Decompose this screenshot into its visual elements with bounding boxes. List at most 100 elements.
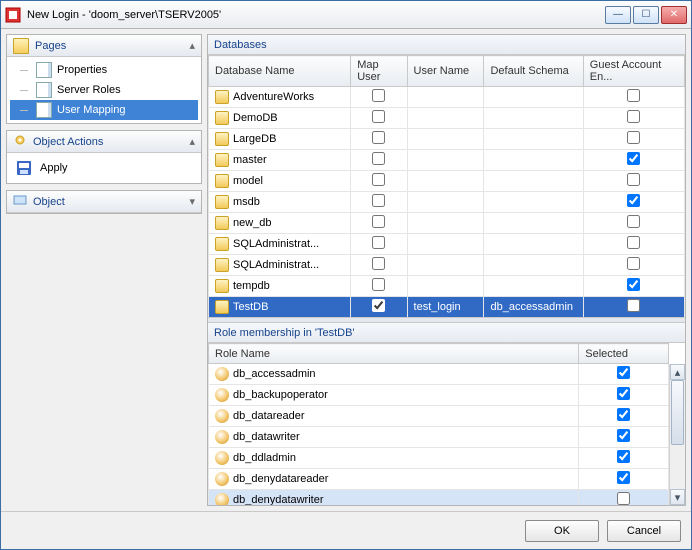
minimize-button[interactable]: — bbox=[605, 6, 631, 24]
scrollbar[interactable]: ▴ ▾ bbox=[669, 364, 685, 505]
guest-account-checkbox[interactable] bbox=[627, 89, 640, 102]
guest-account-checkbox[interactable] bbox=[627, 173, 640, 186]
table-row[interactable]: DemoDB bbox=[209, 108, 685, 129]
table-row[interactable]: LargeDB bbox=[209, 129, 685, 150]
object-actions-panel: Object Actions ▴ Apply bbox=[6, 130, 202, 184]
chevron-up-icon: ▴ bbox=[189, 135, 195, 148]
guest-account-checkbox[interactable] bbox=[627, 194, 640, 207]
column-header[interactable]: Guest Account En... bbox=[583, 56, 684, 87]
column-header[interactable]: Map User bbox=[351, 56, 407, 87]
save-icon bbox=[16, 160, 32, 176]
apply-label: Apply bbox=[40, 162, 68, 174]
databases-grid[interactable]: Database NameMap UserUser NameDefault Sc… bbox=[208, 55, 685, 317]
role-selected-checkbox[interactable] bbox=[617, 408, 630, 421]
table-row[interactable]: db_datareader bbox=[209, 406, 669, 427]
map-user-checkbox[interactable] bbox=[372, 131, 385, 144]
titlebar: New Login - 'doom_server\TSERV2005' — ☐ … bbox=[1, 1, 691, 29]
table-row[interactable]: SQLAdministrat... bbox=[209, 234, 685, 255]
object-title: Object bbox=[33, 196, 65, 208]
column-header[interactable]: Selected bbox=[579, 344, 669, 364]
table-row[interactable]: db_ddladmin bbox=[209, 448, 669, 469]
scroll-up-button[interactable]: ▴ bbox=[670, 364, 685, 380]
database-icon bbox=[215, 279, 229, 293]
table-row[interactable]: db_denydatawriter bbox=[209, 490, 669, 506]
roles-grid[interactable]: Role NameSelecteddb_accessadmindb_backup… bbox=[208, 343, 685, 505]
guest-account-checkbox[interactable] bbox=[627, 152, 640, 165]
table-row[interactable]: master bbox=[209, 150, 685, 171]
database-icon bbox=[215, 90, 229, 104]
map-user-checkbox[interactable] bbox=[372, 173, 385, 186]
column-header[interactable]: Default Schema bbox=[484, 56, 583, 87]
window-title: New Login - 'doom_server\TSERV2005' bbox=[27, 9, 605, 21]
pages-tree: PropertiesServer RolesUser Mapping bbox=[7, 57, 201, 123]
role-selected-checkbox[interactable] bbox=[617, 429, 630, 442]
table-row[interactable]: db_denydatareader bbox=[209, 469, 669, 490]
map-user-checkbox[interactable] bbox=[372, 236, 385, 249]
guest-account-checkbox[interactable] bbox=[627, 257, 640, 270]
database-icon bbox=[215, 132, 229, 146]
table-row[interactable]: model bbox=[209, 171, 685, 192]
role-icon bbox=[215, 367, 229, 381]
object-actions-header[interactable]: Object Actions ▴ bbox=[7, 131, 201, 153]
role-icon bbox=[215, 430, 229, 444]
guest-account-checkbox[interactable] bbox=[627, 215, 640, 228]
footer: OK Cancel bbox=[1, 511, 691, 549]
scroll-thumb[interactable] bbox=[671, 380, 684, 445]
apply-action[interactable]: Apply bbox=[10, 156, 198, 180]
cancel-button[interactable]: Cancel bbox=[607, 520, 681, 542]
sidebar-item-user-mapping[interactable]: User Mapping bbox=[10, 100, 198, 120]
databases-title: Databases bbox=[208, 35, 685, 55]
map-user-checkbox[interactable] bbox=[372, 299, 385, 312]
scroll-down-button[interactable]: ▾ bbox=[670, 489, 685, 505]
table-row[interactable]: tempdb bbox=[209, 276, 685, 297]
column-header[interactable]: User Name bbox=[407, 56, 484, 87]
table-row[interactable]: new_db bbox=[209, 213, 685, 234]
guest-account-checkbox[interactable] bbox=[627, 278, 640, 291]
role-selected-checkbox[interactable] bbox=[617, 492, 630, 505]
column-header[interactable]: Database Name bbox=[209, 56, 351, 87]
folder-icon bbox=[13, 38, 29, 54]
database-icon bbox=[215, 216, 229, 230]
table-row[interactable]: TestDBtest_logindb_accessadmin bbox=[209, 297, 685, 318]
ok-button[interactable]: OK bbox=[525, 520, 599, 542]
map-user-checkbox[interactable] bbox=[372, 257, 385, 270]
role-selected-checkbox[interactable] bbox=[617, 387, 630, 400]
map-user-checkbox[interactable] bbox=[372, 152, 385, 165]
role-selected-checkbox[interactable] bbox=[617, 450, 630, 463]
role-icon bbox=[215, 409, 229, 423]
table-row[interactable]: msdb bbox=[209, 192, 685, 213]
gear-icon bbox=[13, 133, 27, 150]
role-selected-checkbox[interactable] bbox=[617, 471, 630, 484]
window: New Login - 'doom_server\TSERV2005' — ☐ … bbox=[0, 0, 692, 550]
guest-account-checkbox[interactable] bbox=[627, 299, 640, 312]
table-row[interactable]: db_accessadmin bbox=[209, 364, 669, 385]
object-actions-title: Object Actions bbox=[33, 136, 103, 148]
guest-account-checkbox[interactable] bbox=[627, 131, 640, 144]
maximize-button[interactable]: ☐ bbox=[633, 6, 659, 24]
map-user-checkbox[interactable] bbox=[372, 89, 385, 102]
page-icon bbox=[36, 102, 52, 118]
sidebar-item-server-roles[interactable]: Server Roles bbox=[10, 80, 198, 100]
table-row[interactable]: db_backupoperator bbox=[209, 385, 669, 406]
table-row[interactable]: db_datawriter bbox=[209, 427, 669, 448]
close-button[interactable]: ✕ bbox=[661, 6, 687, 24]
pages-header[interactable]: Pages ▴ bbox=[7, 35, 201, 57]
map-user-checkbox[interactable] bbox=[372, 215, 385, 228]
table-row[interactable]: SQLAdministrat... bbox=[209, 255, 685, 276]
column-header[interactable]: Role Name bbox=[209, 344, 579, 364]
app-icon bbox=[5, 7, 21, 23]
guest-account-checkbox[interactable] bbox=[627, 110, 640, 123]
map-user-checkbox[interactable] bbox=[372, 194, 385, 207]
database-icon bbox=[215, 195, 229, 209]
role-icon bbox=[215, 472, 229, 486]
database-icon bbox=[215, 174, 229, 188]
object-header[interactable]: Object ▾ bbox=[7, 191, 201, 213]
page-icon bbox=[36, 82, 52, 98]
role-selected-checkbox[interactable] bbox=[617, 366, 630, 379]
map-user-checkbox[interactable] bbox=[372, 278, 385, 291]
guest-account-checkbox[interactable] bbox=[627, 236, 640, 249]
sidebar-item-properties[interactable]: Properties bbox=[10, 60, 198, 80]
page-icon bbox=[36, 62, 52, 78]
table-row[interactable]: AdventureWorks bbox=[209, 87, 685, 108]
map-user-checkbox[interactable] bbox=[372, 110, 385, 123]
